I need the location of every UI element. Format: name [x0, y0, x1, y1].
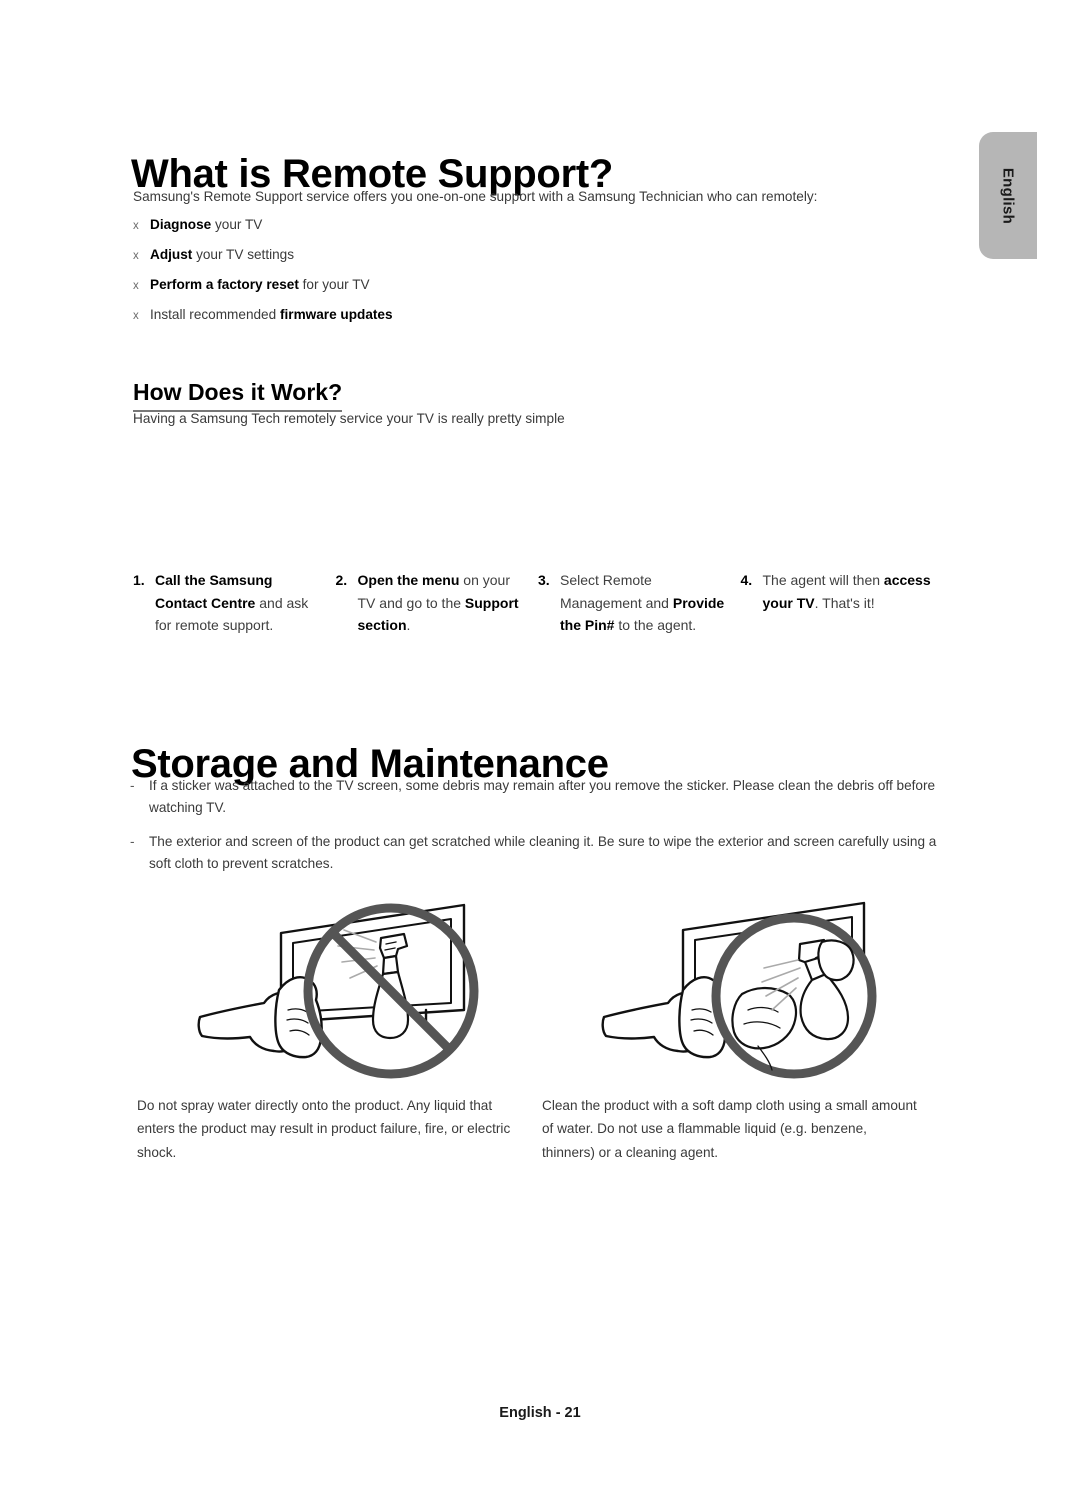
do-not-spray-diagram — [197, 903, 479, 1079]
figure-caption-right: Clean the product with a soft damp cloth… — [542, 1098, 917, 1160]
list-item: x Adjust your TV settings — [133, 247, 833, 277]
figure-caption-left: Do not spray water directly onto the pro… — [137, 1098, 511, 1160]
capability-text-1: Diagnose your TV — [150, 217, 262, 232]
step-text-plain: . — [406, 617, 411, 634]
how-it-works-intro: Having a Samsung Tech remotely service y… — [133, 411, 565, 426]
clean-with-cloth-diagram — [601, 901, 877, 1079]
dash-bullet-icon: - — [130, 778, 135, 793]
hand-gripping-bottle — [817, 939, 855, 982]
illustration-clean-with-cloth — [586, 898, 896, 1093]
step-text-plain: Select Remote Management and — [560, 572, 673, 611]
step-body-4: The agent will then access your TV. That… — [763, 569, 935, 614]
step-1: 1. Call the Samsung Contact Centre and a… — [133, 569, 336, 637]
step-3: 3. Select Remote Management and Provide … — [538, 569, 741, 637]
list-item: - If a sticker was attached to the TV sc… — [130, 775, 950, 819]
capability-bold-3: Perform a factory reset — [150, 277, 299, 292]
capability-bold-1: Diagnose — [150, 217, 212, 232]
step-text-plain: . That's it! — [814, 594, 875, 611]
how-it-works-steps: 1. Call the Samsung Contact Centre and a… — [133, 569, 943, 637]
language-side-tab-label: English — [999, 167, 1017, 224]
capability-text-3: Perform a factory reset for your TV — [150, 277, 370, 292]
remote-support-intro: Samsung's Remote Support service offers … — [133, 189, 818, 204]
capability-plain-4: Install recommended — [150, 307, 280, 322]
page-footer-label: English - 21 — [499, 1405, 581, 1421]
x-bullet-icon: x — [133, 220, 139, 232]
illustration-do-not-spray — [196, 898, 506, 1093]
manual-page: English What is Remote Support? Samsung'… — [0, 0, 1080, 1494]
step-body-2: Open the menu on your TV and go to the S… — [358, 569, 530, 637]
step-2: 2. Open the menu on your TV and go to th… — [336, 569, 539, 637]
language-side-tab: English — [979, 132, 1037, 259]
step-4: 4. The agent will then access your TV. T… — [741, 569, 944, 637]
step-text-bold: Open the menu — [357, 572, 460, 588]
capability-rest-2: your TV settings — [192, 247, 295, 262]
list-item: x Install recommended firmware updates — [133, 307, 833, 337]
step-number-3: 3. — [538, 572, 550, 588]
remote-support-capability-list: x Diagnose your TV x Adjust your TV sett… — [133, 217, 833, 337]
step-text-plain: to the agent. — [614, 617, 697, 634]
x-bullet-icon: x — [133, 280, 139, 292]
step-body-1: Call the Samsung Contact Centre and ask … — [155, 569, 327, 637]
list-item: x Diagnose your TV — [133, 217, 833, 247]
maintenance-notes-list: - If a sticker was attached to the TV sc… — [130, 775, 950, 887]
step-number-1: 1. — [133, 572, 145, 588]
capability-text-2: Adjust your TV settings — [150, 247, 294, 262]
step-number-4: 4. — [740, 572, 753, 588]
step-number-2: 2. — [335, 572, 348, 588]
x-bullet-icon: x — [133, 310, 139, 322]
step-text-plain: The agent will then — [762, 572, 884, 588]
list-item: x Perform a factory reset for your TV — [133, 277, 833, 307]
dash-bullet-icon: - — [130, 834, 135, 850]
maintenance-note-1: If a sticker was attached to the TV scre… — [149, 778, 936, 816]
capability-bold-2: Adjust — [150, 247, 193, 262]
list-item: - The exterior and screen of the product… — [130, 831, 950, 875]
x-bullet-icon: x — [133, 250, 139, 262]
capability-text-4: Install recommended firmware updates — [150, 307, 393, 322]
step-body-3: Select Remote Management and Provide the… — [560, 569, 732, 637]
capability-bold-4: firmware updates — [279, 307, 393, 322]
capability-rest-1: your TV — [211, 217, 263, 232]
maintenance-note-2: The exterior and screen of the product c… — [149, 834, 937, 872]
capability-rest-3: for your TV — [298, 277, 370, 292]
